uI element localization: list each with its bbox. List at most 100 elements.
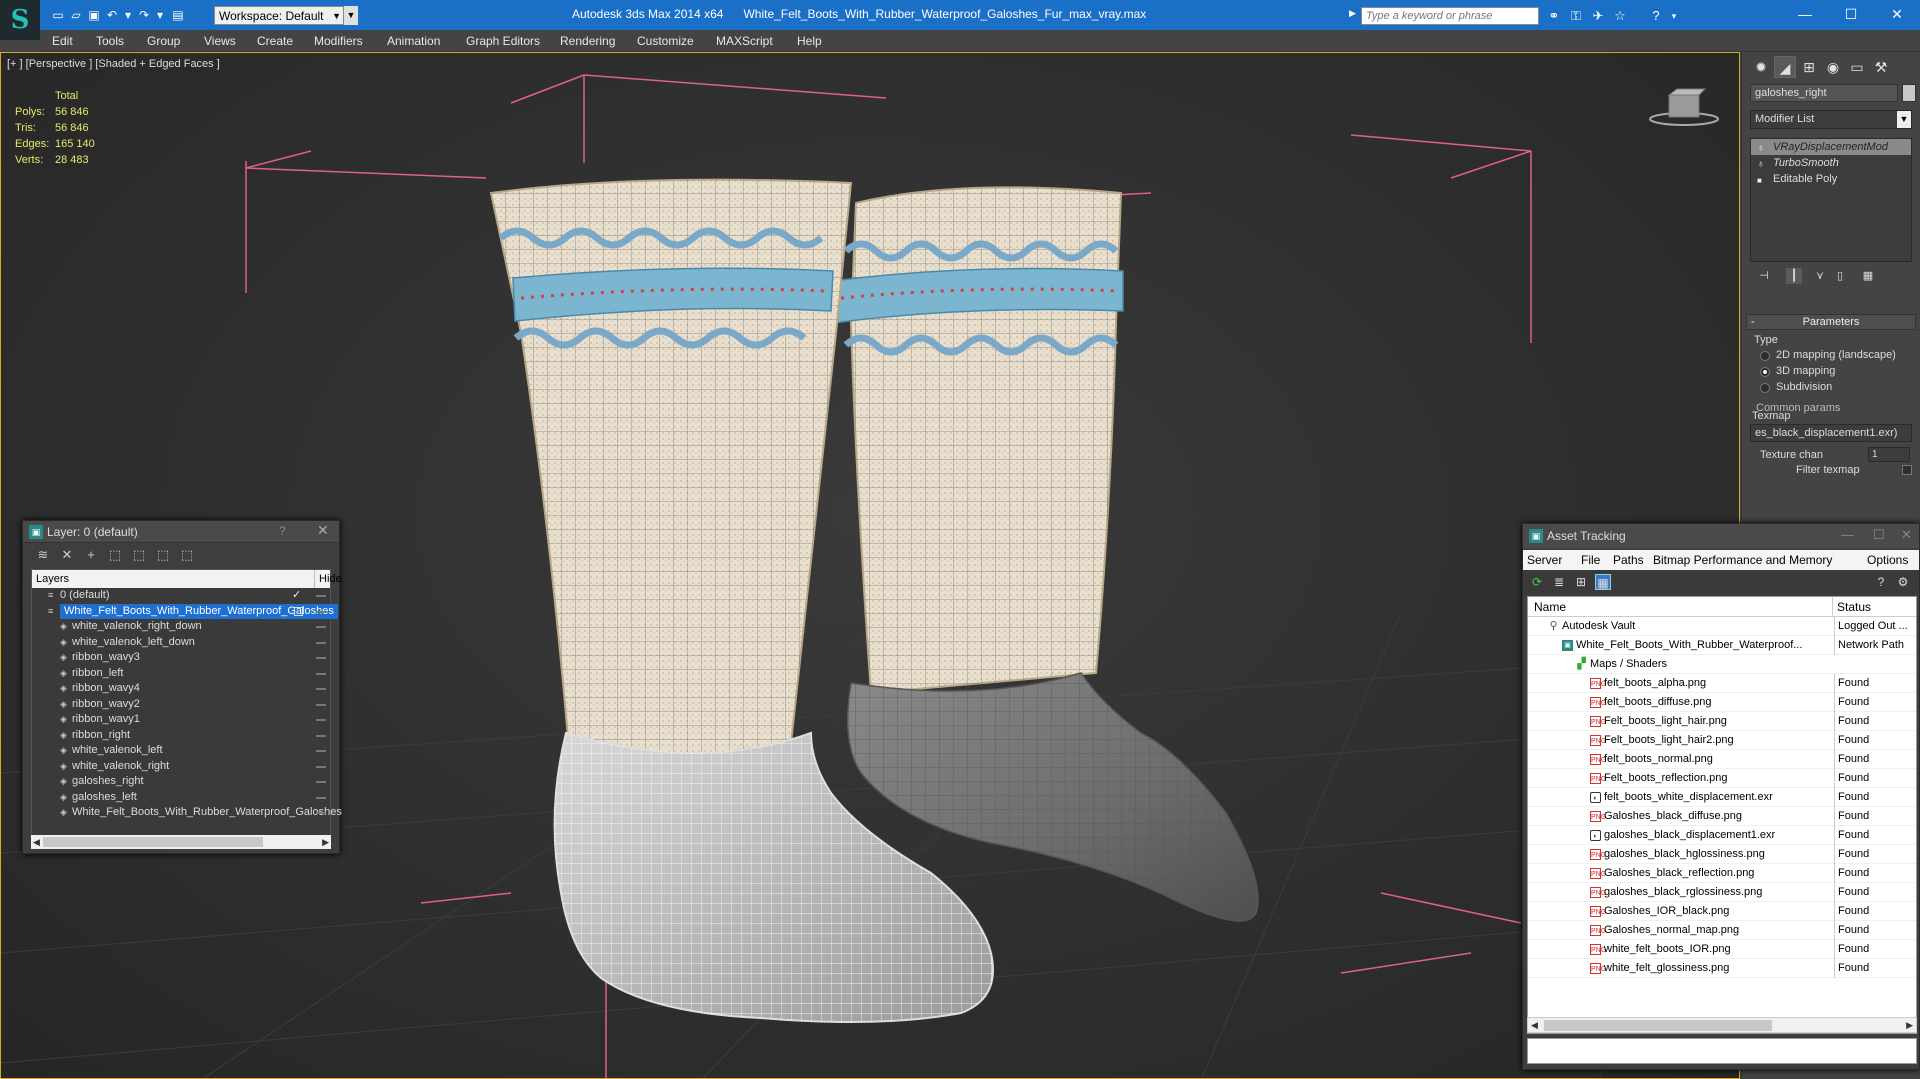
- hide-toggle[interactable]: [316, 734, 326, 737]
- asset-horizontal-scrollbar[interactable]: ◀ ▶: [1527, 1017, 1917, 1033]
- create-layer-icon[interactable]: ≋: [35, 547, 51, 563]
- stack-item-turbosmooth[interactable]: ♁ TurboSmooth: [1751, 155, 1911, 171]
- save-file-icon[interactable]: ▣: [86, 8, 102, 22]
- lightbulb-icon[interactable]: ♁: [1757, 141, 1765, 155]
- configure-sets-icon[interactable]: ▦: [1860, 268, 1876, 284]
- close-icon[interactable]: ✕: [317, 522, 329, 539]
- hierarchy-tab-icon[interactable]: ⊞: [1798, 56, 1820, 78]
- modify-tab-icon[interactable]: ◢: [1774, 56, 1796, 78]
- new-file-icon[interactable]: ▭: [50, 8, 66, 22]
- list-view-icon[interactable]: ≣: [1551, 574, 1567, 590]
- hide-toggle[interactable]: [316, 703, 326, 706]
- layer-row[interactable]: ◈ white_valenok_left: [32, 743, 330, 759]
- layers-column-header[interactable]: Layers: [36, 570, 69, 588]
- radio-2d-mapping[interactable]: [1760, 351, 1770, 361]
- hide-column-header[interactable]: Hide: [314, 570, 342, 588]
- asset-row[interactable]: PNG Galoshes_black_reflection.png Found: [1528, 864, 1916, 883]
- parameters-rollout[interactable]: - Parameters: [1746, 314, 1916, 330]
- menu-animation[interactable]: Animation: [387, 34, 440, 48]
- menu-graph-editors[interactable]: Graph Editors: [466, 34, 540, 48]
- scroll-left-icon[interactable]: ◀: [33, 835, 40, 849]
- workspace-select[interactable]: Workspace: Default ▼: [214, 6, 344, 25]
- scroll-left-icon[interactable]: ◀: [1531, 1018, 1538, 1032]
- menu-create[interactable]: Create: [257, 34, 293, 48]
- radio-3d-mapping[interactable]: [1760, 367, 1770, 377]
- layer-row[interactable]: ◈ White_Felt_Boots_With_Rubber_Waterproof…: [32, 805, 342, 821]
- asset-row[interactable]: PNG Galoshes_IOR_black.png Found: [1528, 902, 1916, 921]
- layer-row[interactable]: ◈ white_valenok_right_down: [32, 619, 330, 635]
- communication-center-icon[interactable]: ✈: [1590, 8, 1606, 24]
- menu-modifiers[interactable]: Modifiers: [314, 34, 363, 48]
- scroll-thumb[interactable]: [1544, 1020, 1772, 1031]
- asset-row[interactable]: ◐ felt_boots_white_displacement.exr Found: [1528, 788, 1916, 807]
- asset-row[interactable]: PNG white_felt_glossiness.png Found: [1528, 959, 1916, 978]
- make-unique-icon[interactable]: ⋎: [1812, 268, 1828, 284]
- layer-row[interactable]: ◈ ribbon_wavy4: [32, 681, 330, 697]
- layer-row[interactable]: ◈ ribbon_left: [32, 666, 330, 682]
- layer-row[interactable]: ◈ ribbon_wavy2: [32, 697, 330, 713]
- modifier-list-select[interactable]: Modifier List ▼: [1750, 110, 1912, 129]
- menu-tools[interactable]: Tools: [96, 34, 124, 48]
- layer-row[interactable]: ◈ white_valenok_left_down: [32, 635, 330, 651]
- hide-toggle[interactable]: [316, 719, 326, 721]
- layer-row[interactable]: ◈ white_valenok_right: [32, 759, 330, 775]
- expand-icon[interactable]: ■: [1757, 173, 1762, 187]
- hide-toggle[interactable]: [316, 641, 326, 644]
- layer-row[interactable]: ◈ ribbon_wavy1: [32, 712, 330, 728]
- scroll-thumb[interactable]: [43, 837, 263, 847]
- table-view-icon[interactable]: ▦: [1595, 574, 1611, 590]
- menu-options[interactable]: Options: [1867, 553, 1908, 567]
- binoculars-icon[interactable]: ⚭: [1546, 8, 1562, 24]
- hide-toggle[interactable]: [316, 750, 326, 752]
- menu-maxscript[interactable]: MAXScript: [716, 34, 773, 48]
- layer-row[interactable]: ≡ White_Felt_Boots_With_Rubber_Waterproof…: [32, 603, 338, 620]
- scroll-right-icon[interactable]: ▶: [1906, 1018, 1913, 1032]
- set-current-checkbox[interactable]: [294, 606, 303, 616]
- minimize-button[interactable]: —: [1782, 0, 1828, 30]
- filter-texmap-checkbox[interactable]: [1902, 465, 1912, 475]
- maximize-icon[interactable]: ☐: [1873, 527, 1885, 543]
- viewcube-icon[interactable]: [1647, 83, 1721, 127]
- asset-row[interactable]: PNG Felt_boots_light_hair.png Found: [1528, 712, 1916, 731]
- layer-row[interactable]: ◈ ribbon_wavy3: [32, 650, 330, 666]
- quick-access-dropdown[interactable]: ▼: [344, 6, 358, 25]
- hide-toggle[interactable]: [316, 812, 326, 814]
- search-input[interactable]: Type a keyword or phrase: [1361, 7, 1539, 25]
- project-folder-icon[interactable]: ▤: [170, 8, 186, 22]
- asset-row[interactable]: ⚲ Autodesk Vault Logged Out ...: [1528, 617, 1916, 636]
- set-current-layer-icon[interactable]: ⬚: [155, 547, 171, 563]
- hide-toggle[interactable]: [316, 626, 326, 628]
- asset-row[interactable]: PNG Felt_boots_reflection.png Found: [1528, 769, 1916, 788]
- subscription-icon[interactable]: ⚿: [1568, 8, 1584, 24]
- add-to-layer-icon[interactable]: +: [83, 547, 99, 563]
- tree-view-icon[interactable]: ⊞: [1573, 574, 1589, 590]
- menu-help[interactable]: Help: [797, 34, 822, 48]
- layer-properties-icon[interactable]: ⬚: [179, 547, 195, 563]
- hide-toggle[interactable]: [316, 657, 326, 659]
- utilities-tab-icon[interactable]: ⚒: [1870, 56, 1892, 78]
- close-button[interactable]: ✕: [1874, 0, 1920, 30]
- menu-rendering[interactable]: Rendering: [560, 34, 615, 48]
- undo-dropdown-icon[interactable]: ▾: [120, 8, 136, 22]
- layer-row[interactable]: ◈ galoshes_right: [32, 774, 330, 790]
- viewport-label[interactable]: [+ ] [Perspective ] [Shaded + Edged Face…: [7, 58, 220, 70]
- scroll-right-icon[interactable]: ▶: [322, 835, 329, 849]
- redo-icon[interactable]: ↷: [136, 8, 152, 22]
- app-menu-button[interactable]: S: [0, 0, 40, 40]
- radio-subdivision[interactable]: [1760, 383, 1770, 393]
- minimize-icon[interactable]: —: [1841, 527, 1854, 542]
- settings-icon[interactable]: ⚙: [1895, 574, 1911, 590]
- menu-customize[interactable]: Customize: [637, 34, 694, 48]
- hide-toggle[interactable]: [316, 688, 326, 690]
- hide-toggle[interactable]: [316, 781, 326, 783]
- create-tab-icon[interactable]: ✹: [1750, 56, 1772, 78]
- delete-icon[interactable]: ✕: [59, 547, 75, 563]
- status-column-header[interactable]: Status: [1832, 597, 1871, 617]
- name-column-header[interactable]: Name: [1534, 597, 1566, 617]
- asset-row[interactable]: ▣ White_Felt_Boots_With_Rubber_Waterproof…: [1528, 636, 1916, 655]
- select-layers-icon[interactable]: ⬚: [131, 547, 147, 563]
- menu-group[interactable]: Group: [147, 34, 180, 48]
- favorites-star-icon[interactable]: ☆: [1612, 8, 1628, 24]
- asset-row[interactable]: PNG galoshes_black_hglossiness.png Found: [1528, 845, 1916, 864]
- pin-stack-icon[interactable]: ⊣: [1756, 268, 1772, 284]
